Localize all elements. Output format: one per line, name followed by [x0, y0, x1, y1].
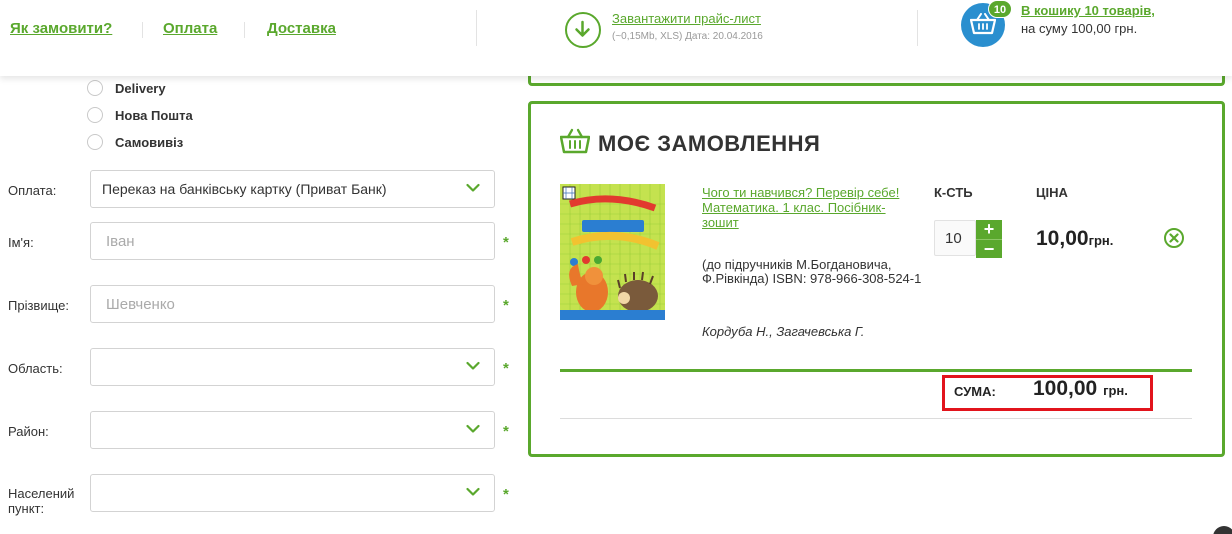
radio-label-delivery: Delivery — [115, 81, 166, 96]
download-file-meta: (~0,15Mb, XLS) Дата: 20.04.2016 — [612, 31, 763, 42]
order-items-divider — [560, 369, 1192, 372]
required-mark: * — [503, 297, 509, 314]
download-arrow-icon[interactable] — [565, 12, 601, 48]
surname-field — [90, 285, 495, 323]
product-name-link[interactable]: Чого ти навчився? Перевір себе! Математи… — [702, 185, 912, 230]
nav-delivery[interactable]: Доставка — [267, 20, 336, 37]
chevron-down-icon — [466, 487, 480, 496]
cart-link[interactable]: В кошику 10 товарів, — [1021, 3, 1155, 18]
order-sum-label: СУМА: — [954, 384, 996, 399]
price-column-header: ЦІНА — [1036, 185, 1068, 200]
chevron-down-icon — [466, 183, 480, 192]
order-sum: 100,00 грн. — [1033, 377, 1128, 401]
surname-input[interactable] — [92, 287, 472, 321]
radio-pickup[interactable] — [87, 134, 103, 150]
radio-label-nova-poshta: Нова Пошта — [115, 108, 193, 123]
cart-count-badge: 10 — [988, 0, 1012, 18]
required-mark: * — [503, 423, 509, 440]
quantity-input[interactable] — [935, 221, 975, 255]
remove-circle-icon[interactable] — [1164, 228, 1184, 248]
nav-how-to-order[interactable]: Як замовити? — [10, 20, 112, 37]
payment-label: Оплата: — [8, 183, 57, 198]
district-label: Район: — [8, 424, 49, 439]
product-author: Кордуба Н., Загачевська Г. — [702, 324, 865, 339]
item-price-currency: грн. — [1088, 233, 1114, 248]
order-sum-value: 100,00 — [1033, 377, 1098, 400]
required-mark: * — [503, 234, 509, 251]
region-label: Область: — [8, 361, 63, 376]
quantity-plus-button[interactable]: + — [976, 220, 1002, 239]
nav-divider — [142, 22, 143, 38]
radio-delivery[interactable] — [87, 80, 103, 96]
name-field — [90, 222, 495, 260]
basket-icon — [560, 128, 590, 154]
product-description: (до підручників М.Богдановича, Ф.Рівкінд… — [702, 257, 922, 286]
required-mark: * — [503, 360, 509, 377]
product-image[interactable] — [560, 184, 665, 320]
radio-nova-poshta[interactable] — [87, 107, 103, 123]
item-price-value: 10,00 — [1036, 227, 1089, 250]
required-mark: * — [503, 486, 509, 503]
chevron-down-icon — [466, 361, 480, 370]
header: Як замовити? Оплата Доставка Завантажити… — [0, 0, 1232, 76]
header-divider — [476, 10, 477, 46]
quantity-minus-button[interactable]: − — [976, 239, 1002, 258]
name-input[interactable] — [92, 224, 472, 258]
region-select[interactable] — [90, 348, 495, 386]
quantity-field — [934, 220, 976, 256]
city-label: Населений пункт: — [8, 486, 75, 516]
surname-label: Прізвище: — [8, 298, 69, 313]
item-price: 10,00грн. — [1036, 227, 1113, 251]
header-divider — [917, 10, 918, 46]
order-title: МОЄ ЗАМОВЛЕННЯ — [598, 131, 821, 156]
payment-select[interactable]: Переказ на банківську картку (Приват Бан… — [90, 170, 495, 208]
radio-label-pickup: Самовивіз — [115, 135, 184, 150]
order-sum-currency: грн. — [1103, 383, 1128, 398]
download-price-list-link[interactable]: Завантажити прайс-лист — [612, 11, 761, 26]
cart-sum: на суму 100,00 грн. — [1021, 21, 1138, 36]
chevron-down-icon — [466, 424, 480, 433]
qty-column-header: К-СТЬ — [934, 185, 973, 200]
order-sum-divider — [560, 418, 1192, 419]
district-select[interactable] — [90, 411, 495, 449]
nav-payment[interactable]: Оплата — [163, 20, 217, 37]
nav-divider — [244, 22, 245, 38]
city-select[interactable] — [90, 474, 495, 512]
name-label: Ім'я: — [8, 235, 34, 250]
scroll-top-button[interactable] — [1213, 526, 1232, 534]
payment-select-value: Переказ на банківську картку (Приват Бан… — [102, 181, 387, 197]
